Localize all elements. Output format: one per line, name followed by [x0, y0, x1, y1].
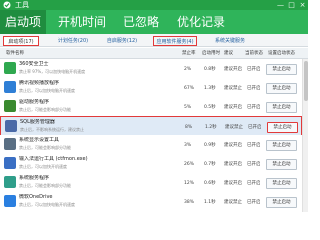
- app-description: 禁止后，可能会影响部分功能: [19, 145, 71, 150]
- maximize-button[interactable]: □: [286, 0, 297, 10]
- disable-startup-button[interactable]: 禁止启动: [266, 197, 297, 208]
- app-name: 微软OneDrive: [19, 194, 53, 200]
- sub-tab-bar: 启动项(17) 计划任务(20) 自启服务(12) 应用软件服务(4) 系统关键…: [0, 34, 308, 47]
- disable-rate: 8%: [185, 125, 193, 130]
- table-row[interactable]: 微软OneDrive 禁止后，可以加快电脑开机速度 38% 1.1秒 建议禁止 已开启 禁止…: [0, 192, 302, 212]
- startup-time: 0.7秒: [204, 162, 216, 167]
- app-icon: [4, 81, 16, 93]
- app-name: 驱动服务程序: [19, 99, 50, 105]
- app-description: 禁止后，可能会影响部分功能: [19, 183, 71, 188]
- subtab-app-services[interactable]: 应用软件服务(4): [153, 36, 197, 46]
- app-name: 系统显示设置工具: [19, 137, 60, 143]
- column-header-action: 设置启动状态: [268, 51, 295, 56]
- column-header-status: 当前状态: [245, 51, 263, 56]
- advice: 建议开启: [224, 143, 242, 148]
- tab-ignored[interactable]: 已忽略: [118, 10, 164, 34]
- tab-optimization-log[interactable]: 优化记录: [172, 10, 230, 34]
- advice: 建议禁止: [224, 86, 242, 91]
- subtab-startup[interactable]: 启动项(17): [3, 36, 39, 46]
- app-description: 禁止后，可以加快电脑开机速度: [19, 202, 75, 207]
- app-name: SQL服务管理器: [20, 119, 55, 125]
- disable-rate: 26%: [184, 162, 195, 167]
- app-icon: [4, 138, 16, 150]
- startup-list: 360安全卫士 禁止率 97%，可以加快电脑开机速度 2% 0.8秒 建议开启 已开启 禁止…: [0, 59, 302, 212]
- disable-startup-button[interactable]: 禁止启动: [266, 83, 297, 94]
- tab-startup-items[interactable]: 启动项: [0, 10, 46, 34]
- disable-rate: 67%: [184, 86, 195, 91]
- advice: 建议禁止: [225, 125, 243, 130]
- app-description: 禁止后，不影响系统运行，建议禁止: [20, 127, 84, 132]
- app-icon: [4, 62, 16, 74]
- disable-startup-button[interactable]: 禁止启动: [266, 178, 297, 189]
- disable-startup-button[interactable]: 禁止启动: [266, 64, 297, 75]
- current-status: 已开启: [247, 67, 261, 72]
- startup-time: 0.9秒: [204, 143, 216, 148]
- current-status: 已开启: [247, 143, 261, 148]
- startup-time: 0.5秒: [204, 105, 216, 110]
- minimize-button[interactable]: —: [275, 0, 286, 10]
- advice: 建议开启: [224, 105, 242, 110]
- app-name: 腾讯视频播放程序: [19, 80, 60, 86]
- app-icon: [5, 120, 17, 132]
- list-scrollbar[interactable]: [302, 59, 308, 212]
- current-status: 已开启: [247, 86, 261, 91]
- app-description: 禁止后，可以加快开机速度: [19, 164, 67, 169]
- app-icon: [4, 157, 16, 169]
- current-status: 已开启: [247, 105, 261, 110]
- subtab-system-services[interactable]: 系统关键服务: [210, 36, 250, 46]
- disable-startup-button[interactable]: 禁止启动: [266, 140, 297, 151]
- disable-startup-button[interactable]: 禁止启动: [267, 122, 298, 133]
- app-name: 360安全卫士: [19, 61, 49, 67]
- app-name: 系统服务程序: [19, 175, 50, 181]
- startup-time: 0.8秒: [204, 67, 216, 72]
- column-header-time: 启动用时: [202, 51, 220, 56]
- current-status: 已开启: [247, 181, 261, 186]
- tab-boot-time[interactable]: 开机时间: [53, 10, 111, 34]
- close-button[interactable]: ×: [297, 0, 308, 10]
- app-description: 禁止率 97%，可以加快电脑开机速度: [19, 69, 86, 74]
- disable-startup-button[interactable]: 禁止启动: [266, 102, 297, 113]
- current-status: 已开启: [247, 200, 261, 205]
- advice: 建议开启: [224, 162, 242, 167]
- subtab-scheduled-tasks[interactable]: 计划任务(20): [55, 36, 91, 46]
- app-icon: [4, 176, 16, 188]
- subtab-auto-services[interactable]: 自启服务(12): [104, 36, 140, 46]
- app-description: 禁止后，可能会影响部分功能: [19, 107, 71, 112]
- scrollbar-thumb[interactable]: [304, 61, 308, 101]
- window-title: 工具: [15, 1, 29, 9]
- column-header-name: 软件名称: [6, 51, 24, 56]
- title-bar: 工具 — □ ×: [0, 0, 308, 10]
- disable-rate: 2%: [184, 67, 192, 72]
- column-header-advice: 建议: [224, 51, 233, 56]
- startup-time: 1.1秒: [204, 200, 216, 205]
- disable-startup-button[interactable]: 禁止启动: [266, 159, 297, 170]
- startup-time: 1.3秒: [204, 86, 216, 91]
- startup-time: 1.2秒: [205, 125, 217, 130]
- advice: 建议开启: [224, 67, 242, 72]
- disable-rate: 12%: [184, 181, 195, 186]
- current-status: 已开启: [248, 125, 262, 130]
- table-header: 软件名称 禁止率 启动用时 建议 当前状态 设置启动状态: [0, 48, 308, 59]
- disable-rate: 5%: [184, 105, 192, 110]
- main-tab-bar: 启动项 开机时间 已忽略 优化记录: [0, 10, 308, 34]
- app-icon: [4, 195, 16, 207]
- disable-rate: 3%: [184, 143, 192, 148]
- column-header-rate: 禁止率: [182, 51, 196, 56]
- app-icon: [4, 100, 16, 112]
- app-description: 禁止后，可以加快电脑开机速度: [19, 88, 75, 93]
- app-logo-icon: [3, 1, 11, 9]
- app-name: 输入法运行工具 (ctfmon.exe): [19, 156, 88, 162]
- current-status: 已开启: [247, 162, 261, 167]
- advice: 建议禁止: [224, 200, 242, 205]
- startup-time: 0.6秒: [204, 181, 216, 186]
- advice: 建议开启: [224, 181, 242, 186]
- disable-rate: 38%: [184, 200, 195, 205]
